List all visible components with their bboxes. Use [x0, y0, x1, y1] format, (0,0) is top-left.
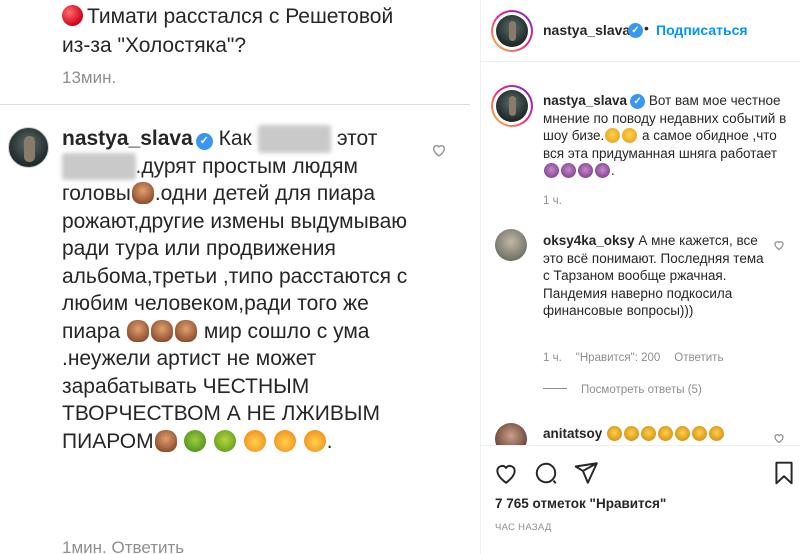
comment-text-1: Как [218, 127, 252, 150]
clapping-emoji [709, 426, 725, 441]
bookmark-icon[interactable] [771, 460, 797, 486]
heart-icon[interactable] [431, 142, 447, 158]
likes-count[interactable]: 7 765 отметок "Нравится" [495, 496, 666, 511]
mind-blown-emoji [273, 429, 296, 452]
comment-text-4: .одни детей для пиара рожают,другие изме… [62, 182, 408, 343]
facepalm-emoji [174, 319, 197, 342]
facepalm-emoji [561, 163, 576, 178]
comment-meta: 1мин. Ответить [62, 538, 185, 554]
divider [0, 104, 470, 105]
previous-comment: Тимати расстался с Решетовой из-за "Холо… [62, 2, 462, 60]
comment-time[interactable]: 1 ч. [543, 352, 562, 364]
clapping-emoji [624, 426, 640, 441]
verified-icon: ✓ [630, 94, 646, 109]
comment-icon[interactable] [533, 460, 559, 486]
separator-dot: • [644, 20, 649, 36]
mind-blown-emoji [303, 429, 326, 452]
heart-icon[interactable] [773, 239, 785, 254]
zoomed-comment: nastya_slava✓ Как xxxxxxx этот xxxxxxx.д… [62, 125, 417, 455]
crying-emoji [622, 128, 638, 143]
previous-comment-line1: Тимати расстался с Решетовой [87, 5, 394, 28]
instagram-post-panel: nastya_slava ✓ • Подписаться nastya_slav… [480, 0, 800, 554]
comment-username[interactable]: nastya_slava [62, 127, 193, 150]
clapping-emoji [607, 426, 623, 441]
vomiting-emoji [214, 429, 237, 452]
thumbs-down-emoji [605, 128, 621, 143]
reply-button[interactable]: Ответить [674, 352, 723, 364]
blurred-name: xxxxxxx [257, 125, 332, 153]
comment-text-6: . [326, 429, 333, 453]
facepalm-emoji [150, 319, 173, 342]
caption-text-3: . [611, 163, 615, 178]
caption-time[interactable]: 1 ч. [543, 195, 562, 207]
facepalm-emoji [154, 429, 177, 452]
divider [543, 388, 567, 389]
previous-comment-line2: из-за "Холостяка"? [62, 34, 247, 57]
avatar[interactable] [8, 127, 49, 168]
avatar[interactable] [496, 90, 528, 122]
avatar[interactable] [496, 15, 528, 47]
blurred-name: xxxxxxx [62, 152, 136, 180]
post-actions: 7 765 отметок "Нравится" ЧАС НАЗАД [481, 445, 800, 554]
facepalm-emoji [578, 163, 593, 178]
verified-icon: ✓ [195, 133, 213, 150]
clapping-emoji [692, 426, 708, 441]
zoomed-comment-panel: Тимати расстался с Решетовой из-за "Холо… [0, 0, 470, 554]
comment-likes[interactable]: "Нравится": 200 [576, 352, 661, 364]
view-replies-button[interactable]: Посмотреть ответы (5) [543, 384, 702, 396]
clapping-emoji [641, 426, 657, 441]
facepalm-emoji [595, 163, 610, 178]
story-ring[interactable] [491, 10, 533, 52]
post-header: nastya_slava ✓ • Подписаться [481, 0, 800, 62]
clapping-emoji [675, 426, 691, 441]
caption-username[interactable]: nastya_slava [543, 93, 627, 108]
red-circle-icon [62, 5, 83, 26]
avatar[interactable] [495, 229, 527, 261]
comment: oksy4ka_oksy А мне кажется, все это всё … [543, 232, 773, 320]
share-icon[interactable] [573, 460, 599, 486]
comment-username[interactable]: anitatsoy [543, 426, 602, 441]
mind-blown-emoji [244, 429, 267, 452]
clapping-emoji [658, 426, 674, 441]
comment-text-2: этот [336, 127, 378, 150]
view-replies-label: Посмотреть ответы (5) [581, 384, 702, 396]
heart-icon[interactable] [493, 460, 519, 486]
comment-username[interactable]: oksy4ka_oksy [543, 233, 635, 248]
story-ring[interactable] [491, 85, 533, 127]
comment-meta: 1 ч. "Нравится": 200 Ответить [543, 352, 737, 364]
comment: anitatsoy [543, 425, 773, 443]
post-time[interactable]: ЧАС НАЗАД [495, 522, 552, 533]
facepalm-emoji [126, 319, 149, 342]
previous-comment-time: 13мин. [62, 68, 117, 87]
header-username[interactable]: nastya_slava [543, 22, 630, 38]
verified-icon: ✓ [628, 23, 643, 38]
facepalm-emoji [544, 163, 559, 178]
post-caption: nastya_slava ✓ Вот вам мое честное мнение… [543, 92, 791, 180]
follow-button[interactable]: Подписаться [656, 22, 748, 38]
facepalm-emoji [131, 182, 154, 204]
nauseated-emoji [184, 429, 207, 452]
